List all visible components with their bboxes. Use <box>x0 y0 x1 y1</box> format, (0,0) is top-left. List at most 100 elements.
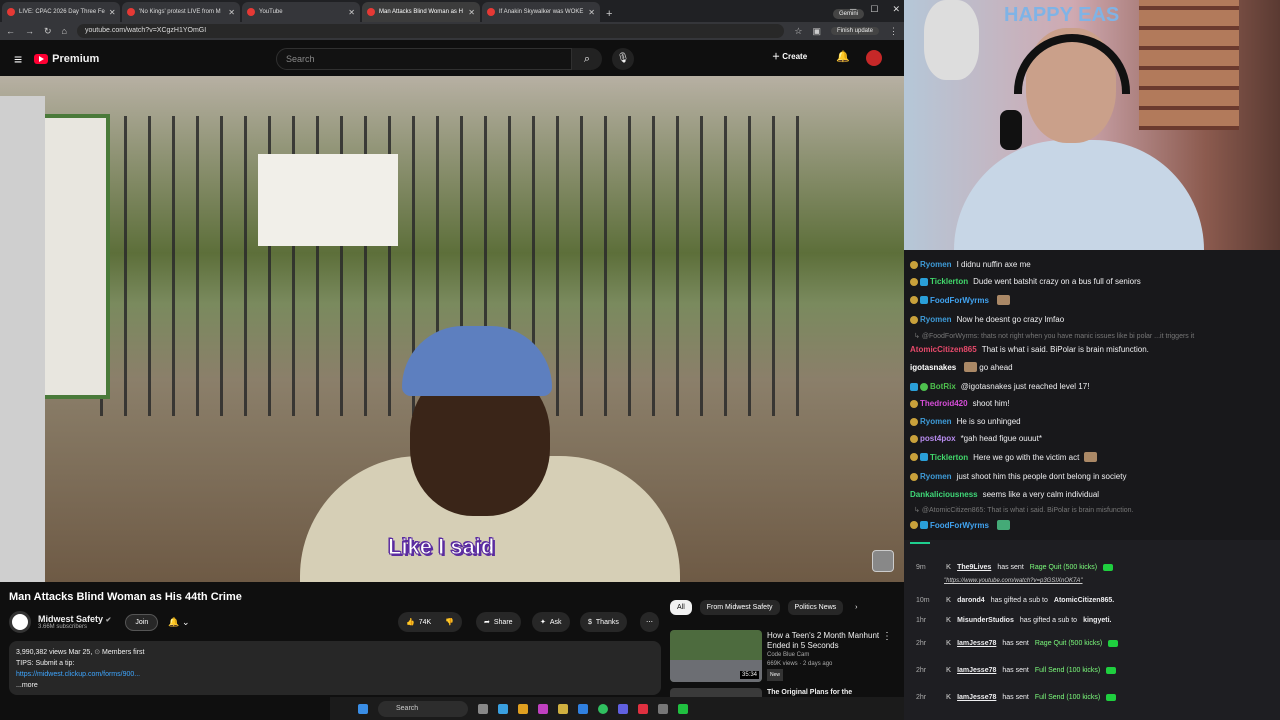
thumbs-down-icon[interactable]: 👎 <box>445 618 454 626</box>
join-button[interactable]: Join <box>125 613 159 631</box>
notifications-bell-icon[interactable]: 🔔 <box>836 50 850 63</box>
app-icon[interactable] <box>538 703 548 714</box>
close-tab-icon[interactable]: ✕ <box>348 8 355 17</box>
chat-username[interactable]: Ryomen <box>920 472 952 481</box>
chip-from-channel[interactable]: From Midwest Safety <box>699 600 780 615</box>
close-window-icon[interactable]: ✕ <box>892 4 900 15</box>
reload-icon[interactable]: ↻ <box>44 26 52 37</box>
chat-text: *gah head figue ouuut* <box>960 434 1042 443</box>
chip-all[interactable]: All <box>670 600 692 615</box>
app-icon[interactable] <box>618 703 628 714</box>
event-user[interactable]: darond4 <box>957 597 985 604</box>
url-field[interactable]: youtube.com/watch?v=XCgzH1YOmGI <box>76 24 785 38</box>
create-button[interactable]: ＋ Create <box>772 51 807 62</box>
start-icon[interactable] <box>358 703 368 714</box>
finish-update-button[interactable]: Finish update <box>830 27 879 35</box>
chip-politics-news[interactable]: Politics News <box>787 600 844 615</box>
chat-message: AtomicCitizen865 That is what i said. BiP… <box>910 345 1149 354</box>
extensions-icon[interactable]: ▣ <box>812 26 821 37</box>
related-info[interactable]: How a Teen's 2 Month Manhunt Ended in 5 … <box>767 631 892 681</box>
kick-app-icon[interactable] <box>678 703 688 714</box>
close-tab-icon[interactable]: ✕ <box>468 8 475 17</box>
related-thumbnail[interactable]: 35:34 <box>670 630 762 682</box>
gift-icon <box>1106 667 1117 674</box>
taskbar-search[interactable]: Search <box>378 700 468 717</box>
related-title-2[interactable]: The Original Plans for the <box>767 689 852 696</box>
bookmark-star-icon[interactable]: ☆ <box>794 26 802 37</box>
forward-icon[interactable]: → <box>25 26 34 36</box>
chat-username[interactable]: FoodForWyrms <box>930 296 989 305</box>
close-tab-icon[interactable]: ✕ <box>228 8 235 17</box>
event-user[interactable]: MisunderStudios <box>957 617 1014 624</box>
window-controls: ─ ☐ ✕ <box>850 0 900 15</box>
related-chips: All From Midwest Safety Politics News › <box>670 600 862 615</box>
folder-icon[interactable] <box>558 703 568 714</box>
ask-button[interactable]: ✦ Ask <box>532 612 570 632</box>
chat-username[interactable]: post4pox <box>920 434 956 443</box>
subscribe-bell-icon[interactable]: 🔔 ⌄ <box>168 617 189 628</box>
event-message[interactable]: "https://www.youtube.com/watch?v=p3GSIXn… <box>944 578 1083 584</box>
browser-tab[interactable]: YouTube ✕ <box>242 2 360 22</box>
edge-icon[interactable] <box>498 703 508 714</box>
chat-username[interactable]: Ryomen <box>920 417 952 426</box>
chat-username[interactable]: Ticklerton <box>930 277 968 286</box>
event-user[interactable]: IamJesse78 <box>957 667 996 674</box>
video-player[interactable]: Like I said <box>0 76 904 582</box>
browser-tab[interactable]: 'No Kings' protest LIVE from M ✕ <box>122 2 240 22</box>
app-icon[interactable] <box>658 703 668 714</box>
close-tab-icon[interactable]: ✕ <box>109 8 116 17</box>
description-link[interactable]: https://midwest.clickup.com/forms/900... <box>16 669 654 680</box>
account-avatar[interactable] <box>866 50 882 66</box>
chat-username[interactable]: Ryomen <box>920 260 952 269</box>
browser-tab[interactable]: If Anakin Skywalker was WOKE ✕ <box>482 2 600 22</box>
chat-username[interactable]: BotRix <box>930 382 956 391</box>
more-actions-button[interactable]: ⋯ <box>640 612 659 632</box>
search-button[interactable]: ⌕ <box>572 48 602 70</box>
event-user[interactable]: The9Lives <box>957 564 991 571</box>
chat-message: Ryomen He is so unhinged <box>910 417 1021 426</box>
chat-username[interactable]: Thedroid420 <box>920 399 968 408</box>
show-more-button[interactable]: ...more <box>16 680 654 691</box>
voice-search-button[interactable]: 🎙 <box>612 48 634 70</box>
new-tab-button[interactable]: + <box>606 8 612 20</box>
like-button[interactable]: 👍 74K 👎 <box>398 612 462 632</box>
channel-name[interactable]: Midwest Safety ✔ <box>38 614 111 624</box>
task-view-icon[interactable] <box>478 703 488 714</box>
description-box[interactable]: 3,990,382 views Mar 25, ⊙ Members first … <box>9 641 661 695</box>
browser-tab[interactable]: LIVE: CPAC 2026 Day Three Fe ✕ <box>2 2 120 22</box>
event-gift: Rage Quit (500 kicks) <box>1029 564 1098 571</box>
reply-text: @FoodForWyrms: thats not right when you … <box>921 332 1195 340</box>
browser-tab-active[interactable]: Man Attacks Blind Woman as H ✕ <box>362 2 480 22</box>
chat-username[interactable]: Ticklerton <box>930 453 968 462</box>
chat-username[interactable]: Dankaliciousness <box>910 490 978 499</box>
chat-message: Thedroid420 shoot him! <box>910 399 1009 408</box>
chrome-icon[interactable] <box>518 703 528 714</box>
home-icon[interactable]: ⌂ <box>62 26 67 36</box>
app-icon[interactable] <box>638 703 648 714</box>
youtube-logo[interactable]: Premium <box>34 53 99 65</box>
chat-username[interactable]: Ryomen <box>920 315 952 324</box>
event-user[interactable]: IamJesse78 <box>957 694 996 701</box>
back-icon[interactable]: ← <box>6 26 15 36</box>
maximize-icon[interactable]: ☐ <box>870 4 878 15</box>
thumbs-up-icon: 👍 <box>406 619 415 626</box>
tab-title: Man Attacks Blind Woman as H <box>379 9 463 15</box>
chat-username[interactable]: AtomicCitizen865 <box>910 345 977 354</box>
thanks-icon: $ <box>588 618 592 626</box>
more-menu-icon[interactable]: ⋮ <box>889 26 898 37</box>
minimize-icon[interactable]: ─ <box>850 4 856 15</box>
chat-username[interactable]: FoodForWyrms <box>930 521 989 530</box>
thanks-button[interactable]: $ Thanks <box>580 612 627 632</box>
channel-name-text: Midwest Safety <box>38 614 104 624</box>
share-button[interactable]: ➦ Share <box>476 612 521 632</box>
related-more-icon[interactable]: ⋮ <box>882 631 892 642</box>
hamburger-menu-icon[interactable]: ≡ <box>14 51 22 67</box>
search-input[interactable]: Search <box>276 48 572 70</box>
chat-username[interactable]: igotasnakes <box>910 363 956 372</box>
app-icon[interactable] <box>578 703 588 714</box>
chips-next-icon[interactable]: › <box>851 600 861 615</box>
spotify-icon[interactable] <box>598 703 608 714</box>
channel-avatar[interactable] <box>9 611 31 633</box>
close-tab-icon[interactable]: ✕ <box>588 8 595 17</box>
event-user[interactable]: IamJesse78 <box>957 640 996 647</box>
